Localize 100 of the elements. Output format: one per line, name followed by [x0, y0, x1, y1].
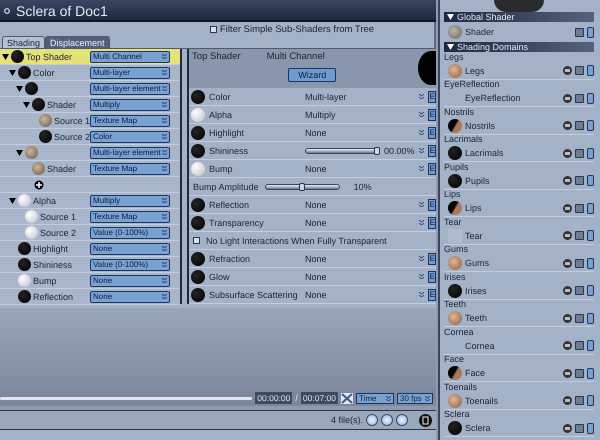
domain-name[interactable]: Lacrimals: [465, 148, 560, 158]
domain-name[interactable]: Face: [465, 368, 560, 378]
slider-thumb[interactable]: [299, 182, 306, 190]
shader-dropdown[interactable]: Texture Map: [90, 162, 170, 174]
expand-button[interactable]: [587, 120, 594, 131]
tree-row[interactable]: Color Multi-layer: [0, 65, 180, 81]
edit-button[interactable]: E: [428, 198, 436, 210]
shader-dropdown[interactable]: Multi-layer element: [90, 82, 170, 94]
expand-button[interactable]: [587, 175, 594, 186]
domain-name[interactable]: Teeth: [465, 313, 560, 323]
shader-dropdown[interactable]: Multiply: [90, 98, 170, 110]
channel-label: Transparency: [209, 218, 265, 228]
tab[interactable]: Shading: [2, 36, 46, 48]
timeline-track[interactable]: [0, 396, 252, 400]
domain-name[interactable]: Toenails: [465, 396, 560, 406]
domain-name[interactable]: Cornea: [465, 340, 560, 350]
shader-dropdown[interactable]: Multi-layer: [90, 66, 170, 78]
edit-button[interactable]: E: [428, 144, 436, 156]
circle-icon[interactable]: [4, 8, 10, 14]
domain-name[interactable]: Lips: [465, 203, 560, 213]
tree-row[interactable]: Source 2 Color: [0, 129, 180, 145]
option-checkbox[interactable]: [193, 237, 200, 244]
shader-dropdown[interactable]: None: [90, 290, 170, 302]
tree-row[interactable]: Source 1 Texture Map: [0, 209, 180, 225]
edit-button[interactable]: E: [428, 216, 436, 228]
expand-button[interactable]: [587, 258, 594, 268]
shader-dropdown[interactable]: None: [90, 274, 170, 286]
expand-button[interactable]: [587, 148, 594, 158]
domain-name[interactable]: Sclera: [465, 423, 560, 433]
expand-button[interactable]: [587, 312, 594, 324]
shader-dropdown[interactable]: Multi-layer element: [90, 146, 170, 158]
domain-name[interactable]: Pupils: [465, 176, 560, 186]
slider-track[interactable]: [264, 184, 340, 190]
tree-row[interactable]: Shader Texture Map: [0, 161, 180, 177]
expand-triangle-icon[interactable]: [9, 70, 16, 76]
expand-button[interactable]: [587, 368, 594, 378]
slider-track[interactable]: [305, 148, 380, 154]
expand-button[interactable]: [587, 395, 594, 406]
tree-row[interactable]: Shininess Value (0-100%): [0, 257, 180, 273]
expand-button[interactable]: [587, 26, 594, 38]
domain-name[interactable]: Shader: [465, 27, 572, 37]
shader-dropdown[interactable]: Texture Map: [90, 114, 170, 126]
wizard-button[interactable]: Wizard: [288, 68, 336, 82]
time-mode-dropdown[interactable]: Time: [356, 392, 394, 404]
tree-row[interactable]: Bump None: [0, 273, 180, 289]
expand-triangle-icon[interactable]: [23, 102, 30, 108]
fps-dropdown[interactable]: 30 fps: [397, 392, 433, 404]
domain-name[interactable]: Legs: [465, 66, 560, 76]
shader-dropdown[interactable]: None: [90, 242, 170, 254]
edit-button[interactable]: E: [428, 270, 436, 282]
document-icon[interactable]: [419, 414, 432, 426]
edit-button[interactable]: E: [428, 126, 436, 138]
circle-button[interactable]: [396, 414, 408, 426]
expand-triangle-icon[interactable]: [9, 198, 16, 204]
shader-dropdown[interactable]: Value (0-100%): [90, 258, 170, 270]
tree-row[interactable]: Alpha Multiply: [0, 193, 180, 209]
domain-name[interactable]: Irises: [465, 286, 560, 296]
shader-dropdown[interactable]: Color: [90, 130, 170, 142]
tree-row[interactable]: Reflection None: [0, 289, 180, 305]
edit-button[interactable]: E: [428, 162, 436, 174]
channel-label: Reflection: [209, 200, 250, 210]
edit-button[interactable]: E: [428, 252, 436, 264]
chevron-icon: [418, 94, 424, 99]
shader-dropdown[interactable]: Multiply: [90, 194, 170, 206]
expand-button[interactable]: [587, 422, 594, 434]
tree-row[interactable]: Multi-layer element: [0, 81, 180, 97]
domain-name[interactable]: Gums: [465, 258, 560, 268]
section-header[interactable]: Global Shader: [444, 12, 594, 22]
tree-row[interactable]: Highlight None: [0, 241, 180, 257]
expand-button[interactable]: [587, 202, 594, 214]
section-header[interactable]: Shading Domains: [444, 42, 594, 52]
circle-button[interactable]: [381, 414, 393, 426]
domain-name[interactable]: EyeReflection: [465, 93, 560, 103]
edit-button[interactable]: E: [428, 288, 436, 300]
expand-button[interactable]: [587, 285, 594, 296]
tree-row[interactable]: Source 2 Value (0-100%): [0, 225, 180, 241]
expand-button[interactable]: [587, 340, 594, 351]
circle-button[interactable]: [366, 414, 378, 426]
expand-button[interactable]: [587, 92, 594, 104]
shader-dropdown[interactable]: Texture Map: [90, 210, 170, 222]
expand-triangle-icon[interactable]: [16, 86, 23, 92]
edit-button[interactable]: E: [428, 108, 436, 120]
close-icon[interactable]: [341, 392, 353, 404]
expand-button[interactable]: [587, 65, 594, 76]
tab[interactable]: Displacement: [45, 36, 110, 48]
expand-triangle-icon[interactable]: [2, 54, 9, 60]
tree-row[interactable]: Top Shader Multi Channel: [0, 49, 180, 65]
expand-triangle-icon[interactable]: [16, 150, 23, 156]
tree-row[interactable]: Source 1 Texture Map: [0, 113, 180, 129]
plus-icon[interactable]: [34, 180, 44, 190]
slider-thumb[interactable]: [374, 146, 380, 154]
tree-row[interactable]: Shader Multiply: [0, 97, 180, 113]
expand-button[interactable]: [587, 230, 594, 241]
domain-name[interactable]: Tear: [465, 230, 560, 240]
tree-row[interactable]: Multi-layer element: [0, 145, 180, 161]
shader-dropdown[interactable]: Multi Channel: [90, 50, 170, 62]
shader-dropdown[interactable]: Value (0-100%): [90, 226, 170, 238]
edit-button[interactable]: E: [428, 90, 436, 102]
domain-name[interactable]: Nostrils: [465, 120, 560, 130]
filter-checkbox[interactable]: [210, 26, 217, 32]
